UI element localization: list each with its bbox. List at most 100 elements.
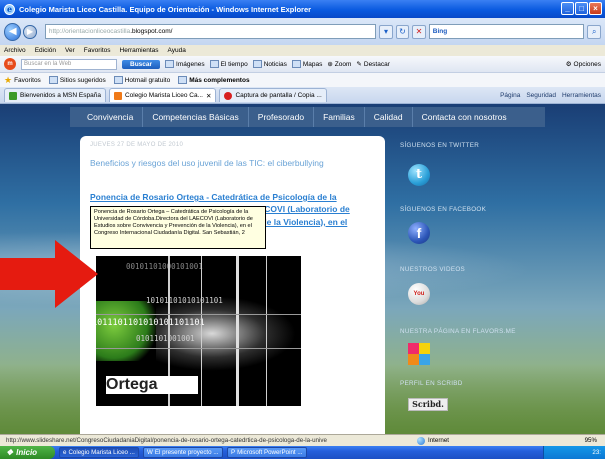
status-url: http://www.slideshare.net/CongresoCiudad… xyxy=(6,437,327,444)
tab-msn[interactable]: Bienvenidos a MSN España xyxy=(4,88,106,102)
news-icon xyxy=(252,60,262,68)
blog-post: JUEVES 27 DE MAYO DE 2010 Beneficios y r… xyxy=(80,136,385,434)
msn-options[interactable]: ⚙ Opciones xyxy=(565,60,601,69)
menu-edit[interactable]: Edición xyxy=(35,47,56,54)
msn-zoom[interactable]: ⊕ Zoom xyxy=(327,60,351,69)
tab-captura[interactable]: Captura de pantalla / Copia ... xyxy=(219,88,327,102)
taskbar: ❖ Inicio e Colegio Marista Liceo ... W El p… xyxy=(0,446,605,459)
hotmail-icon xyxy=(113,76,123,84)
window-title: Colegio Marista Liceo Castilla. Equipo d… xyxy=(19,4,312,14)
msn-search-input[interactable]: Buscar en la Web xyxy=(21,58,117,70)
scribd-logo[interactable]: Scribd. xyxy=(408,398,448,411)
url-host: .blogspot.com/ xyxy=(130,28,173,35)
favorites-button[interactable]: ★ Favoritos xyxy=(4,75,41,86)
flavors-heading: NUESTRA PÁGINA EN FLAVORS.ME xyxy=(400,328,516,335)
refresh-icon[interactable]: ↻ xyxy=(395,24,410,39)
capture-tab-icon xyxy=(224,91,233,100)
msn-maps[interactable]: Mapas xyxy=(291,60,322,68)
nav-contacto[interactable]: Contacta con nosotros xyxy=(413,107,516,127)
status-bar: http://www.slideshare.net/CongresoCiudad… xyxy=(0,434,605,446)
favorites-bar: ★ Favoritos Sitios sugeridos Hotmail grat… xyxy=(0,73,605,87)
powerpoint-task-icon: P xyxy=(231,449,236,456)
menu-tools[interactable]: Herramientas xyxy=(120,47,159,54)
msn-news[interactable]: Noticias xyxy=(252,60,287,68)
tool-tools[interactable]: Herramientas xyxy=(562,92,601,99)
blogger-tab-icon xyxy=(113,91,122,100)
menu-file[interactable]: Archivo xyxy=(4,47,26,54)
globe-icon xyxy=(417,436,425,445)
task-ie[interactable]: e Colegio Marista Liceo ... xyxy=(59,447,139,458)
forward-button[interactable]: ▶ xyxy=(23,24,37,39)
favorite-hotmail[interactable]: Hotmail gratuito xyxy=(113,76,170,84)
weather-icon xyxy=(209,60,219,68)
tool-security[interactable]: Seguridad xyxy=(526,92,556,99)
favorite-suggested-sites[interactable]: Sitios sugeridos xyxy=(48,76,106,84)
minimize-button[interactable]: _ xyxy=(561,2,574,15)
tab-bar: Bienvenidos a MSN España Colegio Marista… xyxy=(0,87,605,104)
maximize-button[interactable]: □ xyxy=(575,2,588,15)
address-input[interactable]: http:// orientacionliceocastilla .blogsp… xyxy=(44,24,377,39)
binary-text: 1011101101010101101101 xyxy=(96,318,205,328)
search-input[interactable]: Bing xyxy=(428,24,585,39)
clock: 23: xyxy=(592,449,601,456)
nav-calidad[interactable]: Calidad xyxy=(365,107,413,127)
options-icon: ⚙ xyxy=(565,61,572,68)
back-button[interactable]: ◀ xyxy=(4,22,22,41)
msn-highlight[interactable]: ✎ Destacar xyxy=(356,60,389,69)
menu-favorites[interactable]: Favoritos xyxy=(84,47,111,54)
stop-icon[interactable]: ✕ xyxy=(412,24,426,39)
tab-colegio[interactable]: Colegio Marista Liceo Ca... ✕ xyxy=(108,88,217,102)
msn-butterfly-icon: m xyxy=(4,58,16,70)
ie-task-icon: e xyxy=(63,449,67,456)
twitter-heading: SÍGUENOS EN TWITTER xyxy=(400,142,480,149)
red-arrow-icon xyxy=(0,240,98,308)
nav-convivencia[interactable]: Convivencia xyxy=(78,107,144,127)
search-icon[interactable]: ⌕ xyxy=(587,24,601,39)
nav-competencias[interactable]: Competencias Básicas xyxy=(143,107,249,127)
binary-text: 10101101010101101 xyxy=(146,296,223,305)
slide-caption: Ortega xyxy=(106,376,198,394)
zoom-level[interactable]: 95% xyxy=(585,437,605,444)
images-icon xyxy=(165,60,175,68)
facebook-icon[interactable]: f xyxy=(408,222,430,244)
task-document[interactable]: W El presente proyecto ... xyxy=(143,447,223,458)
address-toolbar: ◀ ▶ http:// orientacionliceocastilla .bl… xyxy=(0,18,605,45)
tool-page[interactable]: Página xyxy=(500,92,520,99)
scribd-heading: PERFIL EN SCRIBD xyxy=(400,380,463,387)
youtube-icon[interactable]: You xyxy=(408,283,430,305)
binary-text: 00101101000101001 xyxy=(126,262,203,271)
zoom-icon: ⊕ xyxy=(327,61,333,68)
msn-search-button[interactable]: Buscar xyxy=(122,59,161,69)
close-tab-icon[interactable]: ✕ xyxy=(206,92,211,100)
flavors-icon[interactable] xyxy=(408,343,430,365)
menu-view[interactable]: Ver xyxy=(65,47,75,54)
msn-toolbar: m Buscar en la Web Buscar Imágenes El ti… xyxy=(0,56,605,73)
bing-logo: Bing xyxy=(432,28,448,35)
windows-logo-icon: ❖ xyxy=(6,448,14,457)
nav-familias[interactable]: Familias xyxy=(314,107,365,127)
highlight-icon: ✎ xyxy=(356,61,362,68)
word-task-icon: W xyxy=(147,449,153,456)
blog-navigation: Convivencia Competencias Básicas Profeso… xyxy=(70,107,545,127)
url-path: orientacionliceocastilla xyxy=(65,28,131,35)
task-powerpoint[interactable]: P Microsoft PowerPoint ... xyxy=(227,447,307,458)
msn-images[interactable]: Imágenes xyxy=(165,60,205,68)
msn-tab-icon xyxy=(9,91,17,100)
msn-weather[interactable]: El tiempo xyxy=(209,60,248,68)
favorite-addons[interactable]: Más complementos xyxy=(178,76,250,84)
star-icon: ★ xyxy=(4,74,13,85)
nav-profesorado[interactable]: Profesorado xyxy=(249,107,315,127)
post-title[interactable]: Beneficios y riesgos del uso juvenil de … xyxy=(90,158,380,168)
dropdown-icon[interactable]: ▾ xyxy=(379,24,393,39)
window-titlebar: e Colegio Marista Liceo Castilla. Equipo… xyxy=(0,0,605,18)
close-button[interactable]: × xyxy=(589,2,602,15)
sites-icon xyxy=(48,76,58,84)
binary-text: 0101101001001 xyxy=(136,334,195,343)
internet-explorer-icon: e xyxy=(4,3,15,15)
maps-icon xyxy=(291,60,301,68)
start-button[interactable]: ❖ Inicio xyxy=(0,446,55,459)
addons-icon xyxy=(178,76,188,84)
menu-help[interactable]: Ayuda xyxy=(168,47,186,54)
facebook-heading: SÍGUENOS EN FACEBOOK xyxy=(400,206,487,213)
twitter-icon[interactable]: t xyxy=(408,164,430,186)
